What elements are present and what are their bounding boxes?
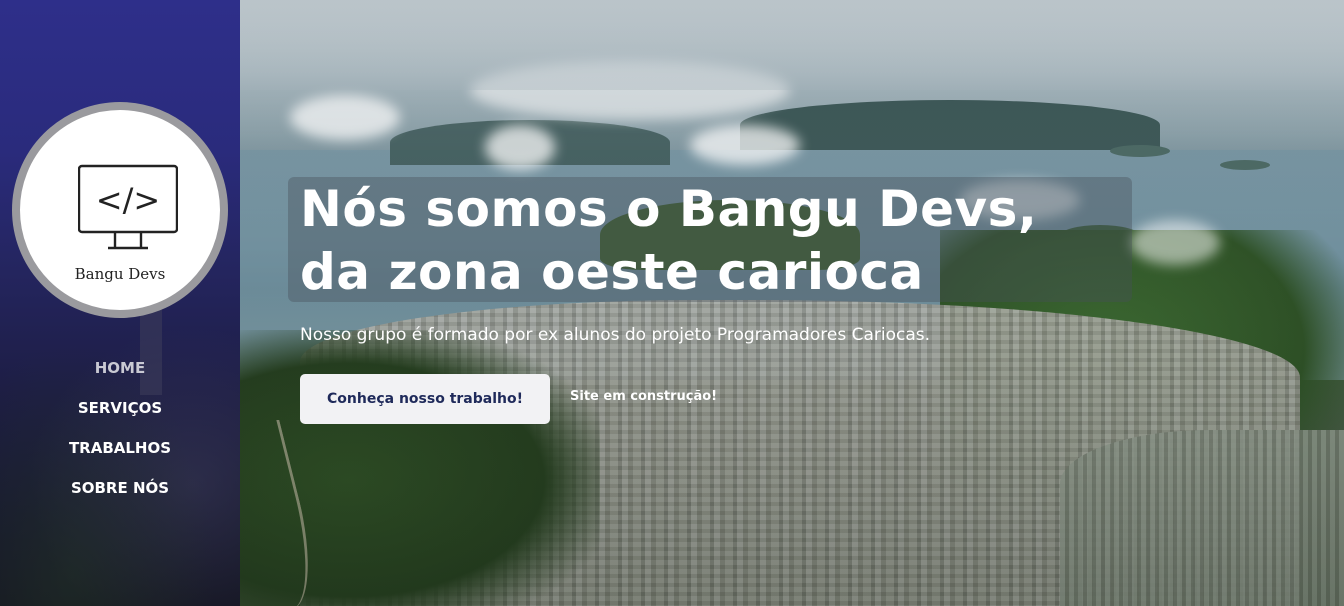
cta-button[interactable]: Conheça nosso trabalho! [300, 374, 550, 424]
nav-item-home[interactable]: HOME [0, 354, 240, 394]
construction-note: Site em construção! [570, 389, 718, 404]
nav-item-servicos[interactable]: SERVIÇOS [0, 394, 240, 434]
nav-item-trabalhos[interactable]: TRABALHOS [0, 434, 240, 474]
code-monitor-icon: </> [78, 164, 178, 250]
code-symbol: </> [96, 181, 160, 219]
hero-title-line-2: da zona oeste carioca [300, 243, 924, 301]
hero-title: Nós somos o Bangu Devs, da zona oeste ca… [300, 178, 1140, 304]
hero-title-line-1: Nós somos o Bangu Devs, [300, 180, 1038, 238]
page: Nós somos o Bangu Devs, da zona oeste ca… [0, 0, 1344, 606]
hero-subtitle: Nosso grupo é formado por ex alunos do p… [300, 325, 931, 345]
logo[interactable]: </> Bangu Devs [12, 102, 228, 318]
brand-name: Bangu Devs [74, 265, 166, 283]
sidebar: </> Bangu Devs HOME SERVIÇOS TRABALHOS S… [0, 0, 240, 606]
nav-item-sobre-nos[interactable]: SOBRE NÓS [0, 474, 240, 514]
main-nav: HOME SERVIÇOS TRABALHOS SOBRE NÓS [0, 354, 240, 514]
